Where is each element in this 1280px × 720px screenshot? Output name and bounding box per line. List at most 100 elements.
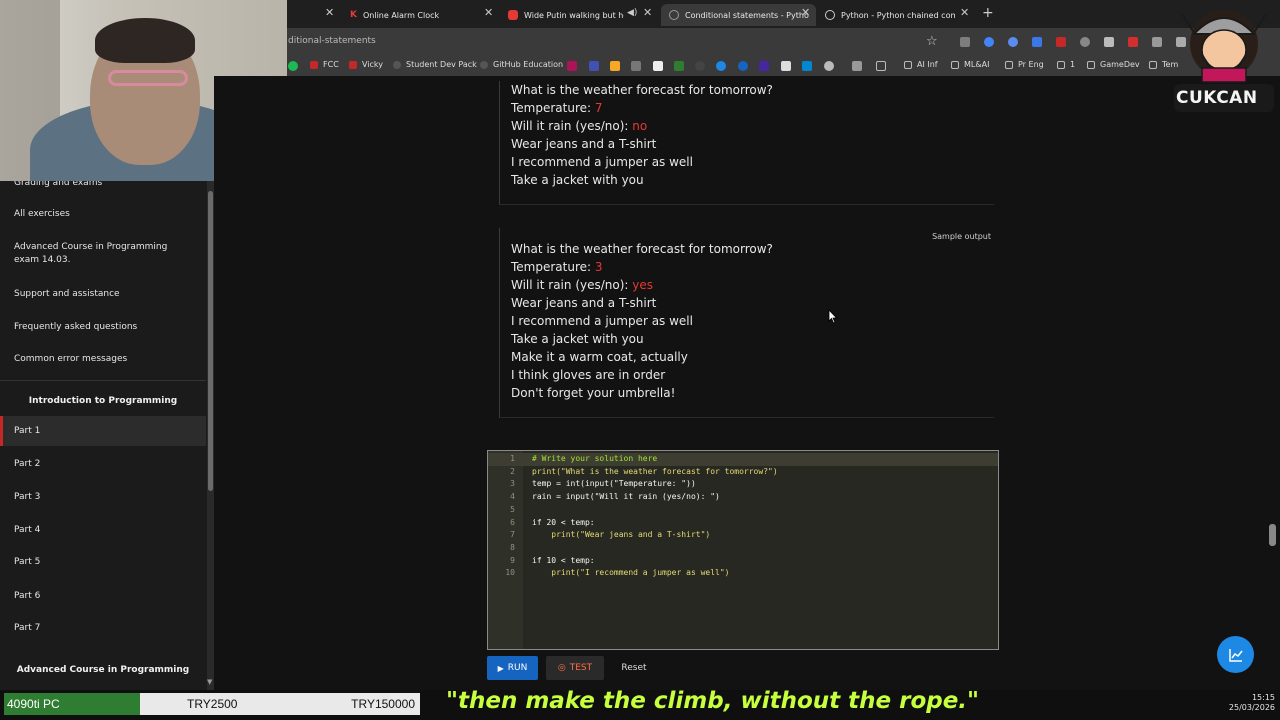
target-icon: ◎ bbox=[557, 663, 566, 673]
bookmark-icon[interactable] bbox=[738, 61, 748, 71]
play-icon: ▶ bbox=[497, 663, 504, 673]
tab-close-icon[interactable]: ✕ bbox=[325, 6, 334, 19]
bookmark-fcc[interactable]: FCC bbox=[310, 60, 339, 69]
new-tab-icon[interactable]: + bbox=[982, 5, 994, 21]
code-line[interactable]: 4 rain = input("Will it rain (yes/no): ") bbox=[488, 492, 998, 505]
sidebar-item-part-6[interactable]: Part 6 bbox=[0, 590, 206, 603]
youtube-icon bbox=[508, 10, 518, 20]
speaker-icon[interactable]: ◀) bbox=[627, 8, 637, 18]
sidebar-scrollbar[interactable] bbox=[207, 181, 214, 690]
bookmark-icon[interactable] bbox=[852, 61, 862, 71]
sidebar-item-part-5[interactable]: Part 5 bbox=[0, 556, 206, 569]
folder-icon[interactable] bbox=[876, 61, 886, 71]
code-line[interactable]: 7 print("Wear jeans and a T-shirt") bbox=[488, 530, 998, 543]
bookmark-icon[interactable] bbox=[567, 61, 577, 71]
tab-youtube[interactable]: Wide Putin walking but he's bbox=[508, 4, 624, 26]
code-text[interactable]: print("Wear jeans and a T-shirt") bbox=[532, 530, 710, 539]
bookmark-icon[interactable] bbox=[610, 61, 620, 71]
line-number: 4 bbox=[510, 492, 515, 502]
code-text[interactable]: if 20 < temp: bbox=[532, 518, 595, 527]
folder-icon bbox=[1005, 60, 1013, 69]
extension-icon[interactable] bbox=[984, 37, 994, 47]
tab-close-icon[interactable]: ✕ bbox=[643, 6, 652, 19]
sidebar-item-advanced-exam[interactable]: Advanced Course in Programming exam 14.0… bbox=[0, 241, 190, 267]
course-sidebar: Grading and exams All exercises Advanced… bbox=[0, 181, 214, 690]
extension-icon[interactable] bbox=[1008, 37, 1018, 47]
tab-close-icon[interactable]: ✕ bbox=[960, 6, 969, 19]
tab-python-chained[interactable]: Python - Python chained comp bbox=[825, 4, 955, 26]
bookmark-icon[interactable] bbox=[716, 61, 726, 71]
translate-icon[interactable] bbox=[1032, 37, 1042, 47]
x-icon[interactable] bbox=[653, 61, 663, 71]
tab-label: Python - Python chained comp bbox=[841, 10, 955, 20]
code-text[interactable]: # Write your solution here bbox=[532, 454, 657, 463]
run-button[interactable]: ▶ RUN bbox=[487, 656, 538, 680]
bookmark-icon[interactable] bbox=[631, 61, 641, 71]
stats-fab-button[interactable] bbox=[1217, 636, 1254, 673]
code-line[interactable]: 9 if 10 < temp: bbox=[488, 556, 998, 569]
code-line[interactable]: 3 temp = int(input("Temperature: ")) bbox=[488, 479, 998, 492]
tab-conditional-statements[interactable]: Conditional statements - Pytho bbox=[661, 4, 816, 26]
sidebar-item-faq[interactable]: Frequently asked questions bbox=[0, 321, 206, 334]
sidebar-item-part-2[interactable]: Part 2 bbox=[0, 458, 206, 471]
tab-close-icon[interactable]: ✕ bbox=[484, 6, 493, 19]
bookmark-pr-eng[interactable]: Pr Eng bbox=[1005, 60, 1044, 69]
adblock-icon[interactable] bbox=[1056, 37, 1066, 47]
code-line[interactable]: 10 print("I recommend a jumper as well") bbox=[488, 568, 998, 581]
tab-close-icon[interactable]: ✕ bbox=[801, 6, 810, 19]
bookmark-icon[interactable] bbox=[589, 61, 599, 71]
tab-alarm-clock[interactable]: K Online Alarm Clock bbox=[350, 4, 480, 26]
extension-icon[interactable] bbox=[960, 37, 970, 47]
code-line[interactable]: 1 # Write your solution here bbox=[488, 454, 998, 467]
webcam-person-hair bbox=[95, 18, 195, 63]
sidebar-item-part-3[interactable]: Part 3 bbox=[0, 491, 206, 504]
bookmark-star-icon[interactable]: ☆ bbox=[926, 34, 938, 49]
sample-output-block-1: What is the weather forecast for tomorro… bbox=[499, 81, 994, 205]
spotify-icon[interactable] bbox=[288, 61, 298, 71]
sidebar-item-all-exercises[interactable]: All exercises bbox=[0, 208, 206, 221]
webcam-person-glasses bbox=[108, 70, 188, 86]
bookmark-student-dev-pack[interactable]: Student Dev Pack bbox=[393, 60, 477, 69]
sidebar-item-support[interactable]: Support and assistance bbox=[0, 288, 206, 301]
bookmark-gamedev[interactable]: GameDev bbox=[1087, 60, 1140, 69]
shield-icon[interactable] bbox=[1104, 37, 1114, 47]
bookmark-icon[interactable] bbox=[759, 61, 769, 71]
bookmark-icon[interactable] bbox=[674, 61, 684, 71]
code-text[interactable]: temp = int(input("Temperature: ")) bbox=[532, 479, 696, 488]
scroll-down-arrow-icon[interactable]: ▼ bbox=[207, 678, 212, 686]
extension-icon[interactable] bbox=[1128, 37, 1138, 47]
code-text[interactable]: if 10 < temp: bbox=[532, 556, 595, 565]
sidebar-item-part-1[interactable]: Part 1 bbox=[0, 416, 206, 446]
bookmark-1[interactable]: 1 bbox=[1057, 60, 1075, 69]
bookmark-ml-ai[interactable]: ML&AI bbox=[951, 60, 989, 69]
line-number: 8 bbox=[510, 542, 515, 552]
code-editor[interactable]: 1 # Write your solution here 2 print("What … bbox=[487, 450, 999, 650]
url-field[interactable]: ditional-statements bbox=[288, 36, 376, 46]
page-scrollbar-thumb[interactable] bbox=[1269, 524, 1276, 546]
sidebar-scrollbar-thumb[interactable] bbox=[208, 191, 213, 491]
sidebar-item-part-7[interactable]: Part 7 bbox=[0, 622, 206, 635]
code-text[interactable]: rain = input("Will it rain (yes/no): ") bbox=[532, 492, 720, 501]
bookmark-icon[interactable] bbox=[781, 61, 791, 71]
code-line[interactable]: 5 bbox=[488, 505, 998, 518]
reset-button[interactable]: Reset bbox=[612, 656, 656, 680]
code-line[interactable]: 8 bbox=[488, 543, 998, 556]
user-input-value: 7 bbox=[594, 101, 603, 115]
code-line[interactable]: 2 print("What is the weather forecast for… bbox=[488, 467, 998, 480]
code-text[interactable]: print("I recommend a jumper as well") bbox=[532, 568, 729, 577]
bookmark-icon[interactable] bbox=[802, 61, 812, 71]
test-button[interactable]: ◎ TEST bbox=[546, 656, 604, 680]
bookmark-icon[interactable] bbox=[695, 61, 705, 71]
extension-icon[interactable] bbox=[1080, 37, 1090, 47]
code-line[interactable]: 6 if 20 < temp: bbox=[488, 518, 998, 531]
bookmark-vicky[interactable]: Vicky bbox=[349, 60, 383, 69]
bookmark-icon[interactable] bbox=[824, 61, 834, 71]
clock-time: 15:15 bbox=[1251, 693, 1275, 702]
sidebar-item-error-messages[interactable]: Common error messages bbox=[0, 353, 206, 366]
extension-icon[interactable] bbox=[1152, 37, 1162, 47]
sidebar-item-part-4[interactable]: Part 4 bbox=[0, 524, 206, 537]
code-text[interactable]: print("What is the weather forecast for … bbox=[532, 467, 778, 476]
bookmark-ai-inf[interactable]: AI Inf bbox=[904, 60, 938, 69]
bookmark-github-education[interactable]: GitHub Education bbox=[480, 60, 563, 69]
sidebar-item-grading[interactable]: Grading and exams bbox=[0, 181, 206, 190]
